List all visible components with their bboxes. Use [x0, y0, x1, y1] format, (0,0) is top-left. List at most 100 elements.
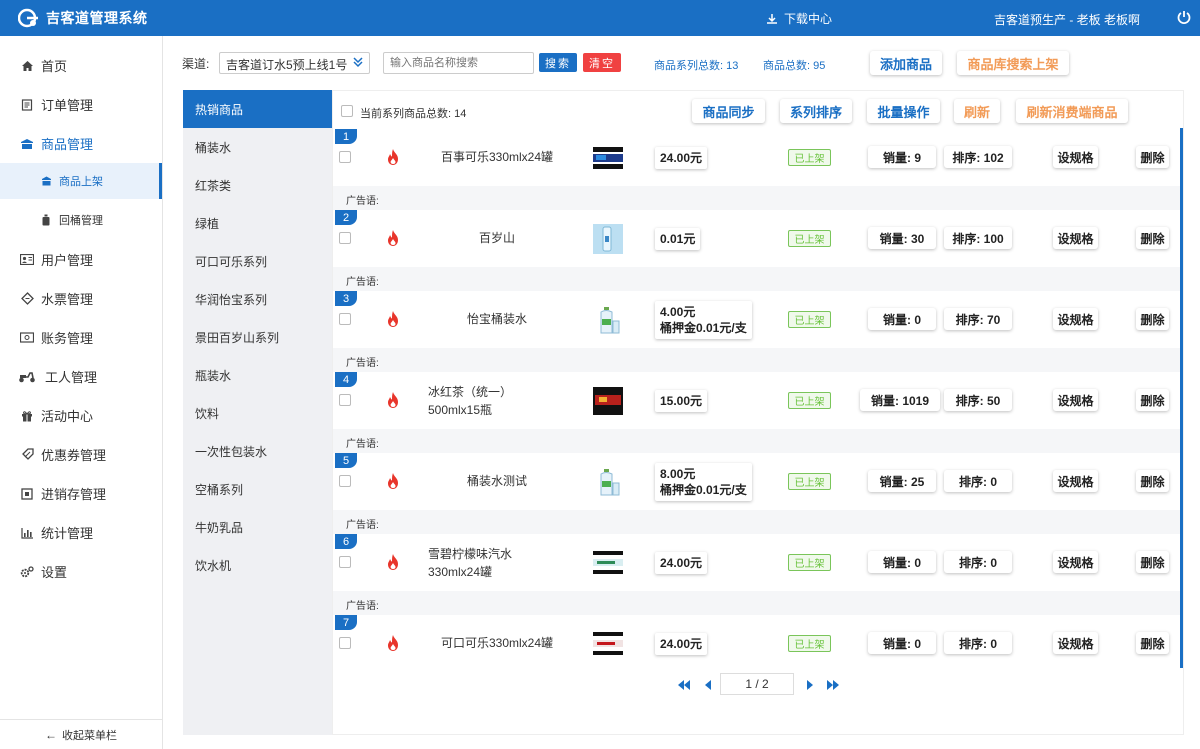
user-card-icon [20, 253, 34, 267]
sort-order[interactable]: 排序: 0 [944, 632, 1012, 654]
series-sort-button[interactable]: 系列排序 [780, 99, 852, 123]
product-list-panel: 当前系列商品总数: 14 商品同步 系列排序 批量操作 刷新 刷新消费端商品 1… [332, 90, 1184, 735]
row-checkbox[interactable] [339, 151, 351, 163]
scrollbar[interactable] [1180, 128, 1183, 668]
row-checkbox[interactable] [339, 556, 351, 568]
batch-operation-button[interactable]: 批量操作 [867, 99, 940, 123]
nav-label: 用户管理 [41, 253, 94, 268]
nav-label: 水票管理 [41, 292, 94, 307]
category-item[interactable]: 桶装水 [183, 128, 332, 166]
sort-order[interactable]: 排序: 0 [944, 551, 1012, 573]
nav-goods[interactable]: 商品管理 [0, 124, 162, 163]
sort-order[interactable]: 排序: 102 [944, 146, 1012, 168]
fire-hot-icon [385, 229, 401, 247]
nav-statistics[interactable]: 统计管理 [0, 513, 162, 552]
delete-button[interactable]: 删除 [1136, 551, 1169, 573]
delete-button[interactable]: 删除 [1136, 146, 1169, 168]
product-row: 1 百事可乐330mlx24罐 24.00元 已上架 销量: 9 排序: 102… [333, 129, 1183, 210]
channel-select[interactable]: 吉客道订水5预上线1号 [219, 52, 370, 74]
category-item[interactable]: 牛奶乳品 [183, 508, 332, 546]
select-all-checkbox[interactable] [341, 105, 353, 117]
arrow-left-icon: ← [45, 727, 57, 742]
category-item[interactable]: 华润怡宝系列 [183, 280, 332, 318]
row-checkbox[interactable] [339, 637, 351, 649]
next-page-icon[interactable] [802, 678, 818, 692]
category-item[interactable]: 热销商品 [183, 90, 332, 128]
category-item[interactable]: 饮水机 [183, 546, 332, 584]
sales-count: 销量: 30 [868, 227, 936, 249]
category-item[interactable]: 景田百岁山系列 [183, 318, 332, 356]
row-checkbox[interactable] [339, 232, 351, 244]
delete-button[interactable]: 删除 [1136, 470, 1169, 492]
set-spec-button[interactable]: 设规格 [1053, 308, 1098, 330]
row-index-badge: 5 [335, 453, 357, 468]
download-center-link[interactable]: 下载中心 [766, 10, 832, 27]
ad-slogan-label: 广告语: [346, 601, 379, 612]
price-box: 24.00元 [655, 147, 708, 169]
row-checkbox[interactable] [339, 313, 351, 325]
product-name: 百事可乐330mlx24罐 [440, 150, 554, 164]
nav-water-ticket[interactable]: 水票管理 [0, 279, 162, 318]
page-indicator[interactable]: 1 / 2 [720, 673, 794, 695]
category-item[interactable]: 瓶装水 [183, 356, 332, 394]
nav-label: 工人管理 [45, 370, 98, 385]
refresh-consumer-goods-button[interactable]: 刷新消费端商品 [1016, 99, 1128, 123]
set-spec-button[interactable]: 设规格 [1053, 551, 1098, 573]
prev-page-icon[interactable] [700, 678, 716, 692]
set-spec-button[interactable]: 设规格 [1053, 389, 1098, 411]
price-box: 4.00元 桶押金0.01元/支 [655, 301, 752, 339]
sort-order[interactable]: 排序: 0 [944, 470, 1012, 492]
category-item[interactable]: 饮料 [183, 394, 332, 432]
nav-home[interactable]: 首页 [0, 46, 162, 85]
sort-order[interactable]: 排序: 50 [944, 389, 1012, 411]
nav-sub-bucket[interactable]: 回桶管理 [0, 202, 162, 238]
delete-button[interactable]: 删除 [1136, 389, 1169, 411]
status-badge: 已上架 [788, 635, 831, 652]
set-spec-button[interactable]: 设规格 [1053, 227, 1098, 249]
delete-button[interactable]: 删除 [1136, 308, 1169, 330]
last-page-icon[interactable] [825, 678, 841, 692]
fire-hot-icon [385, 310, 401, 328]
category-item[interactable]: 空桶系列 [183, 470, 332, 508]
nav-label: 优惠券管理 [41, 448, 107, 463]
nav-inventory[interactable]: 进销存管理 [0, 474, 162, 513]
product-row-main: 1 百事可乐330mlx24罐 24.00元 已上架 销量: 9 排序: 102… [333, 129, 1183, 186]
collapse-menu-button[interactable]: ← 收起菜单栏 [0, 719, 162, 749]
first-page-icon[interactable] [676, 678, 692, 692]
nav-orders[interactable]: 订单管理 [0, 85, 162, 124]
delete-button[interactable]: 删除 [1136, 227, 1169, 249]
nav-accounts[interactable]: 账务管理 [0, 318, 162, 357]
category-item[interactable]: 可口可乐系列 [183, 242, 332, 280]
set-spec-button[interactable]: 设规格 [1053, 632, 1098, 654]
row-checkbox[interactable] [339, 394, 351, 406]
category-item[interactable]: 绿植 [183, 204, 332, 242]
sort-order[interactable]: 排序: 100 [944, 227, 1012, 249]
row-checkbox[interactable] [339, 475, 351, 487]
goods-total: 商品总数: 95 [763, 60, 826, 72]
nav-users[interactable]: 用户管理 [0, 240, 162, 279]
set-spec-button[interactable]: 设规格 [1053, 146, 1098, 168]
refresh-button[interactable]: 刷新 [954, 99, 1000, 123]
product-name: 怡宝桶装水 [466, 312, 527, 326]
nav-settings[interactable]: 设置 [0, 552, 162, 591]
delete-button[interactable]: 删除 [1136, 632, 1169, 654]
category-item[interactable]: 一次性包装水 [183, 432, 332, 470]
nav-label: 商品管理 [41, 137, 94, 152]
add-goods-button[interactable]: 添加商品 [870, 51, 942, 75]
sync-goods-button[interactable]: 商品同步 [692, 99, 765, 123]
library-search-button[interactable]: 商品库搜索上架 [957, 51, 1069, 75]
category-item[interactable]: 红茶类 [183, 166, 332, 204]
nav-workers[interactable]: 工人管理 [0, 357, 162, 396]
search-input[interactable] [383, 52, 534, 74]
search-button[interactable]: 搜索 [539, 53, 577, 72]
nav-activity[interactable]: 活动中心 [0, 396, 162, 435]
product-row: 5 桶装水测试 8.00元 桶押金0.01元/支 已上架 销量: 25 排序: 0… [333, 453, 1183, 534]
user-info[interactable]: 吉客道预生产 - 老板 老板啊 [994, 11, 1140, 28]
nav-coupons[interactable]: 优惠券管理 [0, 435, 162, 474]
nav-sub-goods-listing[interactable]: 商品上架 [0, 163, 162, 199]
power-icon[interactable] [1176, 9, 1192, 25]
app-logo[interactable]: 吉客道管理系统 [18, 8, 148, 28]
set-spec-button[interactable]: 设规格 [1053, 470, 1098, 492]
sort-order[interactable]: 排序: 70 [944, 308, 1012, 330]
clear-button[interactable]: 清空 [583, 53, 621, 72]
